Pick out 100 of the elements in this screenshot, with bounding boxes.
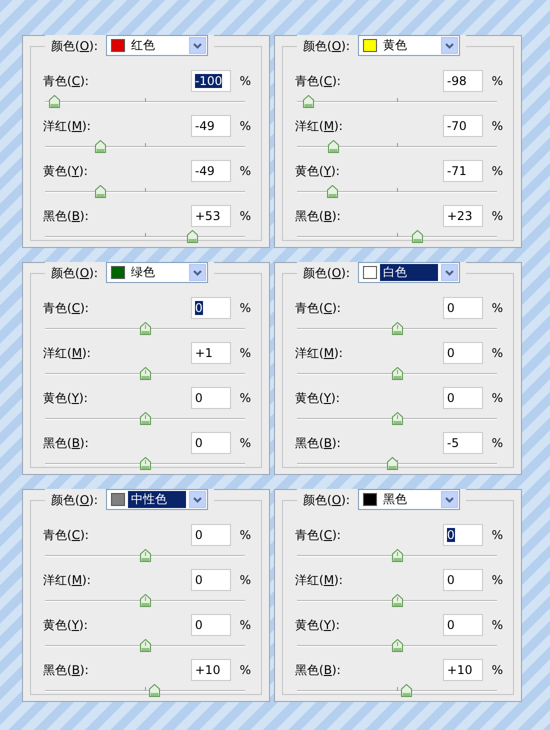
chevron-down-icon	[444, 270, 454, 276]
value-field[interactable]: 0	[443, 297, 483, 319]
slider-label: 黄色(Y):	[295, 163, 341, 180]
slider-thumb[interactable]	[148, 684, 160, 697]
value-field[interactable]: -49	[191, 160, 231, 182]
slider-label: 黄色(Y):	[295, 617, 341, 634]
slider-label: 黄色(Y):	[43, 617, 89, 634]
slider-thumb[interactable]	[327, 185, 338, 198]
slider-thumb[interactable]	[392, 549, 402, 562]
color-dropdown[interactable]: 中性色	[106, 489, 208, 510]
percent-label: %	[238, 163, 251, 180]
value-field[interactable]: -100	[191, 70, 231, 92]
slider-thumb[interactable]	[140, 594, 150, 607]
dropdown-arrow-button[interactable]	[440, 264, 458, 281]
dropdown-arrow-button[interactable]	[440, 37, 458, 54]
slider-label: 黄色(Y):	[295, 390, 341, 407]
slider-thumb[interactable]	[140, 549, 150, 562]
chevron-down-icon	[192, 496, 202, 502]
percent-label: %	[490, 73, 503, 90]
slider-thumb[interactable]	[302, 95, 314, 108]
value-field[interactable]: 0	[191, 297, 231, 319]
percent-label: %	[490, 390, 503, 407]
slider-label: 洋红(M):	[295, 345, 344, 362]
percent-label: %	[238, 345, 251, 362]
color-label: 颜色(O):	[51, 38, 98, 54]
value-field[interactable]: +1	[191, 342, 231, 364]
color-dropdown[interactable]: 黑色	[358, 489, 460, 510]
color-label: 颜色(O):	[51, 264, 98, 282]
slider-thumb[interactable]	[140, 367, 152, 380]
value-field[interactable]: -98	[443, 70, 483, 92]
percent-label: %	[238, 435, 251, 452]
slider-label: 青色(C):	[295, 73, 342, 90]
slider-thumb[interactable]	[392, 367, 402, 380]
color-dropdown[interactable]: 白色	[358, 262, 460, 283]
slider-thumb[interactable]	[328, 140, 340, 153]
dropdown-arrow-button[interactable]	[188, 37, 206, 54]
percent-label: %	[490, 118, 503, 135]
percent-label: %	[490, 617, 503, 634]
value-field[interactable]: 0	[191, 387, 231, 409]
slider-thumb[interactable]	[187, 230, 198, 243]
color-dropdown[interactable]: 黄色	[358, 35, 460, 56]
value-field[interactable]: 0	[443, 387, 483, 409]
value-field[interactable]: -71	[443, 160, 483, 182]
value-field[interactable]: +10	[443, 659, 483, 681]
percent-label: %	[238, 390, 251, 407]
dropdown-text: 白色	[380, 264, 438, 281]
color-label: 颜色(O):	[303, 492, 350, 508]
dropdown-text: 黑色	[382, 491, 408, 508]
slider-thumb[interactable]	[392, 639, 402, 652]
value-field[interactable]: 0	[443, 614, 483, 636]
dropdown-arrow-button[interactable]	[188, 264, 206, 281]
slider-thumb[interactable]	[412, 230, 424, 243]
value-field[interactable]: 0	[191, 524, 231, 546]
color-dropdown[interactable]: 红色	[106, 35, 208, 56]
dropdown-arrow-button[interactable]	[188, 491, 206, 508]
chevron-down-icon	[444, 496, 454, 502]
value-field[interactable]: -49	[191, 115, 231, 137]
slider-thumb[interactable]	[140, 457, 150, 470]
percent-label: %	[490, 208, 503, 225]
slider-label: 黄色(Y):	[43, 390, 89, 407]
slider-thumb[interactable]	[140, 412, 150, 425]
percent-label: %	[490, 163, 503, 180]
slider-thumb[interactable]	[95, 140, 106, 153]
dropdown-text: 绿色	[130, 264, 156, 281]
color-dropdown[interactable]: 绿色	[106, 262, 208, 283]
slider-thumb[interactable]	[49, 95, 60, 108]
percent-label: %	[490, 662, 503, 679]
value-field[interactable]: 0	[191, 569, 231, 591]
value-field[interactable]: 0	[191, 432, 231, 454]
dropdown-arrow-button[interactable]	[440, 491, 458, 508]
slider-thumb[interactable]	[386, 457, 398, 470]
slider-thumb[interactable]	[140, 322, 150, 335]
chevron-down-icon	[192, 42, 202, 48]
value-field[interactable]: -5	[443, 432, 483, 454]
slider-label: 洋红(M):	[43, 118, 92, 135]
slider-thumb[interactable]	[140, 639, 150, 652]
slider-label: 洋红(M):	[295, 572, 344, 589]
color-label: 颜色(O):	[51, 492, 98, 508]
slider-thumb[interactable]	[392, 322, 402, 335]
slider-thumb[interactable]	[400, 684, 412, 697]
value-field[interactable]: 0	[443, 342, 483, 364]
value-field[interactable]: +10	[191, 659, 231, 681]
percent-label: %	[238, 208, 251, 225]
value-field[interactable]: +23	[443, 205, 483, 227]
slider-label: 黑色(B):	[295, 435, 342, 452]
value-field[interactable]: +53	[191, 205, 231, 227]
value-field[interactable]: -70	[443, 115, 483, 137]
value-field[interactable]: 0	[443, 524, 483, 546]
percent-label: %	[238, 617, 251, 634]
slider-thumb[interactable]	[392, 594, 402, 607]
chevron-down-icon	[444, 42, 454, 48]
slider-label: 黑色(B):	[295, 662, 342, 679]
slider-label: 青色(C):	[295, 300, 342, 317]
slider-thumb[interactable]	[95, 185, 106, 198]
value-field[interactable]: 0	[443, 569, 483, 591]
dropdown-text: 黄色	[382, 37, 408, 54]
slider-label: 青色(C):	[43, 527, 90, 544]
slider-thumb[interactable]	[392, 412, 402, 425]
value-field[interactable]: 0	[191, 614, 231, 636]
slider-label: 洋红(M):	[295, 118, 344, 135]
